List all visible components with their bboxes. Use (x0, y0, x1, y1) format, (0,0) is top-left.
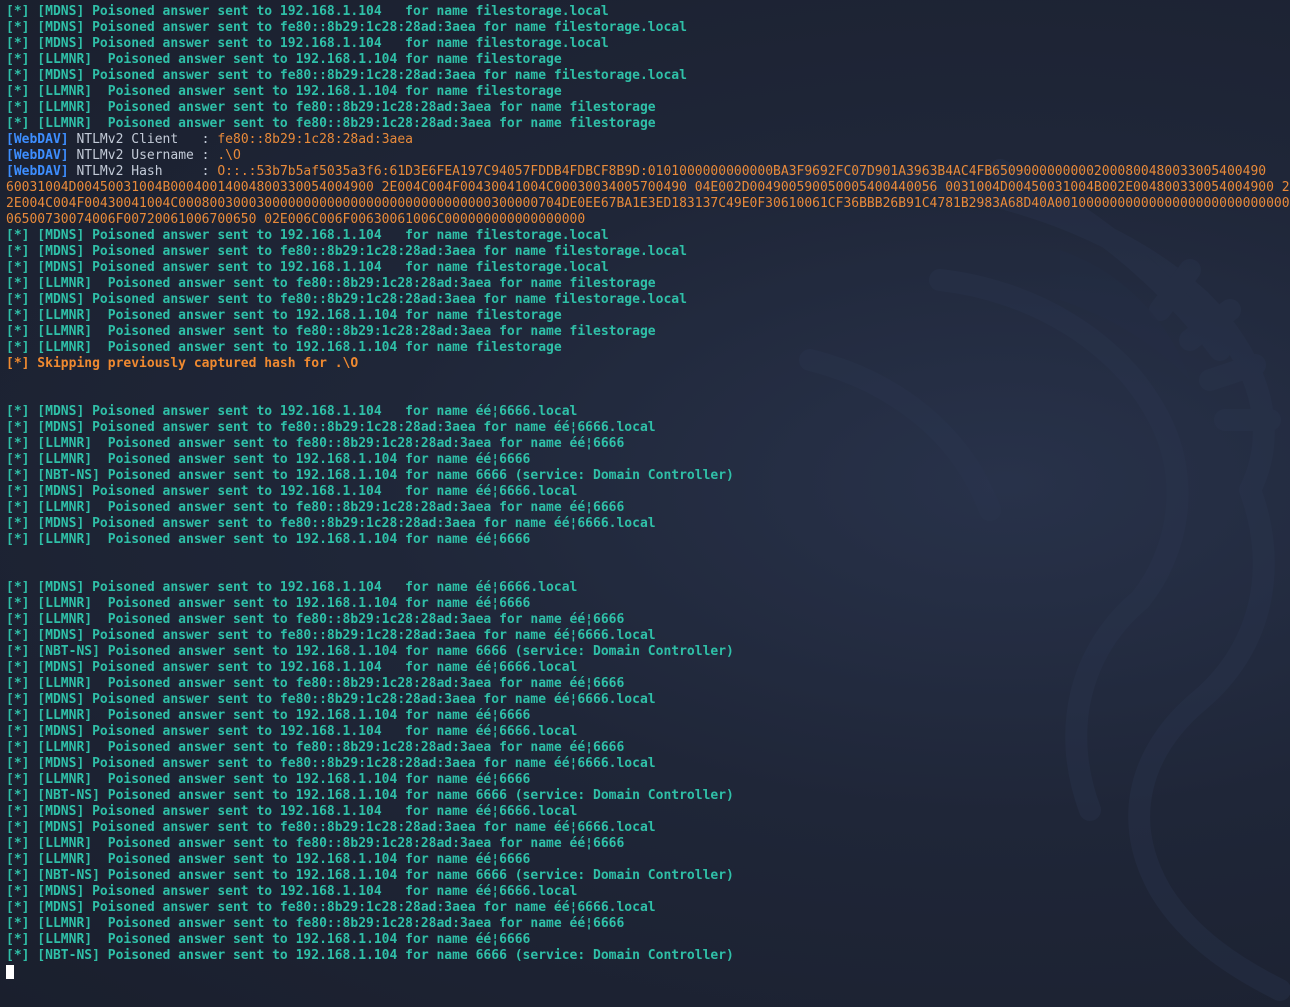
log-line: [*] [MDNS] Poisoned answer sent to 192.1… (6, 804, 578, 819)
log-line: [*] [LLMNR] Poisoned answer sent to fe80… (6, 676, 625, 691)
webdav-value: .\O (217, 148, 241, 163)
log-line: [*] [NBT-NS] Poisoned answer sent to 192… (6, 868, 734, 883)
log-line: [*] [MDNS] Poisoned answer sent to 192.1… (6, 36, 609, 51)
log-line: [*] [MDNS] Poisoned answer sent to fe80:… (6, 292, 687, 307)
log-line: [*] [NBT-NS] Poisoned answer sent to 192… (6, 788, 734, 803)
log-line: [*] [MDNS] Poisoned answer sent to 192.1… (6, 228, 609, 243)
log-line: [*] [LLMNR] Poisoned answer sent to 192.… (6, 772, 531, 787)
log-line: [*] [MDNS] Poisoned answer sent to 192.1… (6, 580, 578, 595)
log-line: [*] [LLMNR] Poisoned answer sent to 192.… (6, 532, 531, 547)
log-line: [*] [LLMNR] Poisoned answer sent to 192.… (6, 708, 531, 723)
log-line: [*] [MDNS] Poisoned answer sent to 192.1… (6, 260, 609, 275)
terminal-output: [*] [MDNS] Poisoned answer sent to 192.1… (6, 4, 1290, 980)
log-line: [*] [NBT-NS] Poisoned answer sent to 192… (6, 468, 734, 483)
log-line: [*] [MDNS] Poisoned answer sent to 192.1… (6, 884, 578, 899)
log-line: [*] [LLMNR] Poisoned answer sent to 192.… (6, 308, 562, 323)
hash-line: 60031004D00450031004B0004001400480033005… (6, 180, 1290, 195)
log-line: [*] [MDNS] Poisoned answer sent to fe80:… (6, 628, 656, 643)
log-line: [*] [LLMNR] Poisoned answer sent to 192.… (6, 84, 562, 99)
log-line: [*] [LLMNR] Poisoned answer sent to fe80… (6, 324, 656, 339)
log-line: [*] [LLMNR] Poisoned answer sent to fe80… (6, 276, 656, 291)
log-line: [*] [MDNS] Poisoned answer sent to fe80:… (6, 756, 656, 771)
log-line: [*] [MDNS] Poisoned answer sent to 192.1… (6, 404, 578, 419)
log-line: [*] [MDNS] Poisoned answer sent to fe80:… (6, 420, 656, 435)
webdav-line: [WebDAV] NTLMv2 Username : .\O (6, 148, 1290, 164)
webdav-value: O::.:53b7b5af5035a3f6:61D3E6FEA197C94057… (217, 164, 1267, 179)
webdav-line: [WebDAV] NTLMv2 Hash : O::.:53b7b5af5035… (6, 164, 1290, 180)
log-line: [*] [LLMNR] Poisoned answer sent to fe80… (6, 116, 656, 131)
webdav-label: NTLMv2 Username : (68, 148, 218, 163)
log-line: [*] [MDNS] Poisoned answer sent to fe80:… (6, 900, 656, 915)
log-line: [*] [NBT-NS] Poisoned answer sent to 192… (6, 948, 734, 963)
log-line: [*] [NBT-NS] Poisoned answer sent to 192… (6, 644, 734, 659)
webdav-tag: [WebDAV] (6, 132, 69, 147)
log-line: [*] [MDNS] Poisoned answer sent to fe80:… (6, 516, 656, 531)
log-line: [*] [LLMNR] Poisoned answer sent to fe80… (6, 740, 625, 755)
log-line: [*] [MDNS] Poisoned answer sent to fe80:… (6, 20, 687, 35)
warning-line: [*] Skipping previously captured hash fo… (6, 356, 359, 371)
log-line: [*] [MDNS] Poisoned answer sent to 192.1… (6, 660, 578, 675)
log-line: [*] [MDNS] Poisoned answer sent to fe80:… (6, 820, 656, 835)
log-line: [*] [LLMNR] Poisoned answer sent to fe80… (6, 916, 625, 931)
webdav-label: NTLMv2 Client : (68, 132, 218, 147)
log-line: [*] [LLMNR] Poisoned answer sent to 192.… (6, 852, 531, 867)
log-line: [*] [MDNS] Poisoned answer sent to 192.1… (6, 4, 609, 19)
hash-line: 06500730074006F00720061006700650 02E006C… (6, 212, 586, 227)
log-line: [*] [LLMNR] Poisoned answer sent to 192.… (6, 52, 562, 67)
prompt-line[interactable] (6, 964, 1290, 980)
log-line: [*] [LLMNR] Poisoned answer sent to 192.… (6, 932, 531, 947)
hash-line: 2E004C004F00430041004C000800300030000000… (6, 196, 1290, 211)
log-line: [*] [LLMNR] Poisoned answer sent to fe80… (6, 612, 625, 627)
log-line: [*] [MDNS] Poisoned answer sent to fe80:… (6, 692, 656, 707)
log-line: [*] [MDNS] Poisoned answer sent to 192.1… (6, 724, 578, 739)
webdav-tag: [WebDAV] (6, 148, 69, 163)
log-line: [*] [LLMNR] Poisoned answer sent to fe80… (6, 436, 625, 451)
terminal-window[interactable]: [*] [MDNS] Poisoned answer sent to 192.1… (0, 0, 1290, 1007)
webdav-tag: [WebDAV] (6, 164, 69, 179)
log-line: [*] [LLMNR] Poisoned answer sent to fe80… (6, 100, 656, 115)
webdav-value: fe80::8b29:1c28:28ad:3aea (217, 132, 414, 147)
log-line: [*] [LLMNR] Poisoned answer sent to fe80… (6, 500, 625, 515)
text-cursor (6, 965, 14, 979)
log-line: [*] [LLMNR] Poisoned answer sent to 192.… (6, 340, 562, 355)
webdav-line: [WebDAV] NTLMv2 Client : fe80::8b29:1c28… (6, 132, 1290, 148)
log-line: [*] [MDNS] Poisoned answer sent to fe80:… (6, 68, 687, 83)
log-line: [*] [LLMNR] Poisoned answer sent to fe80… (6, 836, 625, 851)
log-line: [*] [LLMNR] Poisoned answer sent to 192.… (6, 452, 531, 467)
webdav-label: NTLMv2 Hash : (68, 164, 218, 179)
log-line: [*] [MDNS] Poisoned answer sent to 192.1… (6, 484, 578, 499)
log-line: [*] [MDNS] Poisoned answer sent to fe80:… (6, 244, 687, 259)
log-line: [*] [LLMNR] Poisoned answer sent to 192.… (6, 596, 531, 611)
